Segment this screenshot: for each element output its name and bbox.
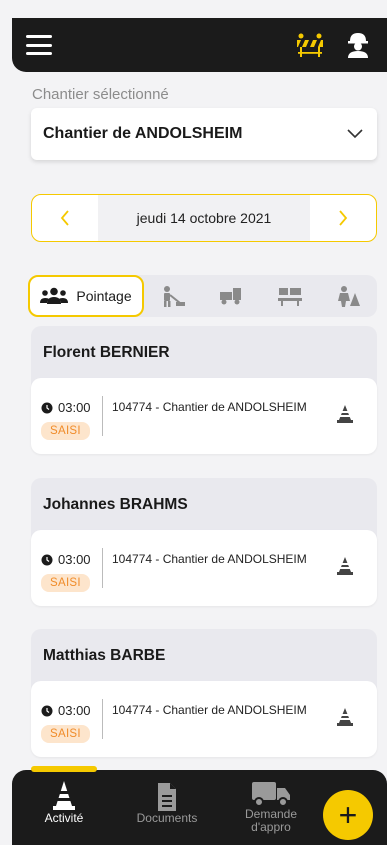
separator (102, 699, 103, 739)
time-text: 03:00 (58, 703, 91, 718)
separator (102, 396, 103, 436)
nav-item-demande-appro[interactable]: Demande d'appro (226, 770, 316, 845)
tab-barrier[interactable] (261, 275, 319, 317)
activity-tabs: Pointage (28, 275, 377, 317)
site-text: 104774 - Chantier de ANDOLSHEIM (112, 400, 307, 414)
road-worker-icon (337, 286, 360, 307)
person-name: Florent BERNIER (43, 344, 170, 361)
previous-day-button[interactable] (32, 195, 98, 241)
status-badge: SAISI (41, 422, 90, 440)
add-button[interactable]: + (323, 790, 373, 840)
tab-worker-digging[interactable] (144, 275, 202, 317)
cone-icon[interactable] (335, 556, 355, 581)
site-text: 104774 - Chantier de ANDOLSHEIM (112, 703, 307, 717)
person-name: Matthias BARBE (43, 647, 166, 664)
chevron-right-icon (339, 210, 348, 226)
cone-icon[interactable] (335, 707, 355, 732)
truck-icon (252, 782, 290, 807)
time-value: 03:00 (41, 552, 91, 567)
time-text: 03:00 (58, 552, 91, 567)
time-text: 03:00 (58, 400, 91, 415)
tab-truck[interactable] (202, 275, 260, 317)
time-entry[interactable]: 03:00 SAISI 104774 - Chantier de ANDOLSH… (31, 378, 377, 454)
cone-icon (53, 781, 75, 810)
document-icon (158, 783, 176, 811)
site-text: 104774 - Chantier de ANDOLSHEIM (112, 552, 307, 566)
nav-label: Activité (44, 811, 84, 825)
nav-item-activite[interactable]: Activité (19, 770, 109, 845)
time-entry[interactable]: 03:00 SAISI 104774 - Chantier de ANDOLSH… (31, 530, 377, 606)
worker-avatar-icon[interactable] (343, 30, 373, 60)
person-card: Florent BERNIER 03:00 SAISI 104774 - Cha… (31, 326, 377, 454)
chantier-select[interactable]: Chantier de ANDOLSHEIM (31, 108, 377, 160)
cone-icon[interactable] (335, 404, 355, 429)
person-name: Johannes BRAHMS (43, 496, 188, 513)
time-entry[interactable]: 03:00 SAISI 104774 - Chantier de ANDOLSH… (31, 681, 377, 757)
construction-barrier-icon[interactable] (295, 30, 325, 60)
hamburger-icon[interactable] (26, 35, 52, 55)
separator (102, 548, 103, 588)
current-date[interactable]: jeudi 14 octobre 2021 (98, 195, 310, 241)
chevron-down-icon (347, 129, 363, 139)
time-value: 03:00 (41, 703, 91, 718)
clock-icon (41, 402, 53, 413)
tab-pointage-label: Pointage (76, 288, 132, 304)
status-badge: SAISI (41, 725, 90, 743)
truck-icon (220, 288, 242, 305)
workers-icon (40, 287, 69, 304)
tab-road-worker[interactable] (319, 275, 377, 317)
nav-item-documents[interactable]: Documents (122, 770, 212, 845)
worker-digging-icon (164, 286, 186, 307)
chantier-label: Chantier sélectionné (32, 86, 169, 103)
barrier-icon (277, 288, 302, 306)
time-value: 03:00 (41, 400, 91, 415)
chevron-left-icon (60, 210, 69, 226)
date-picker: jeudi 14 octobre 2021 (31, 194, 377, 242)
chantier-value: Chantier de ANDOLSHEIM (43, 125, 243, 142)
tab-pointage[interactable]: Pointage (28, 275, 144, 317)
person-card: Johannes BRAHMS 03:00 SAISI 104774 - Cha… (31, 478, 377, 606)
clock-icon (41, 554, 53, 565)
status-badge: SAISI (41, 574, 90, 592)
top-bar (12, 18, 387, 72)
person-card: Matthias BARBE 03:00 SAISI 104774 - Chan… (31, 629, 377, 757)
clock-icon (41, 705, 53, 716)
nav-label: Documents (136, 811, 198, 825)
nav-label: Demande d'appro (244, 807, 298, 834)
next-day-button[interactable] (310, 195, 376, 241)
